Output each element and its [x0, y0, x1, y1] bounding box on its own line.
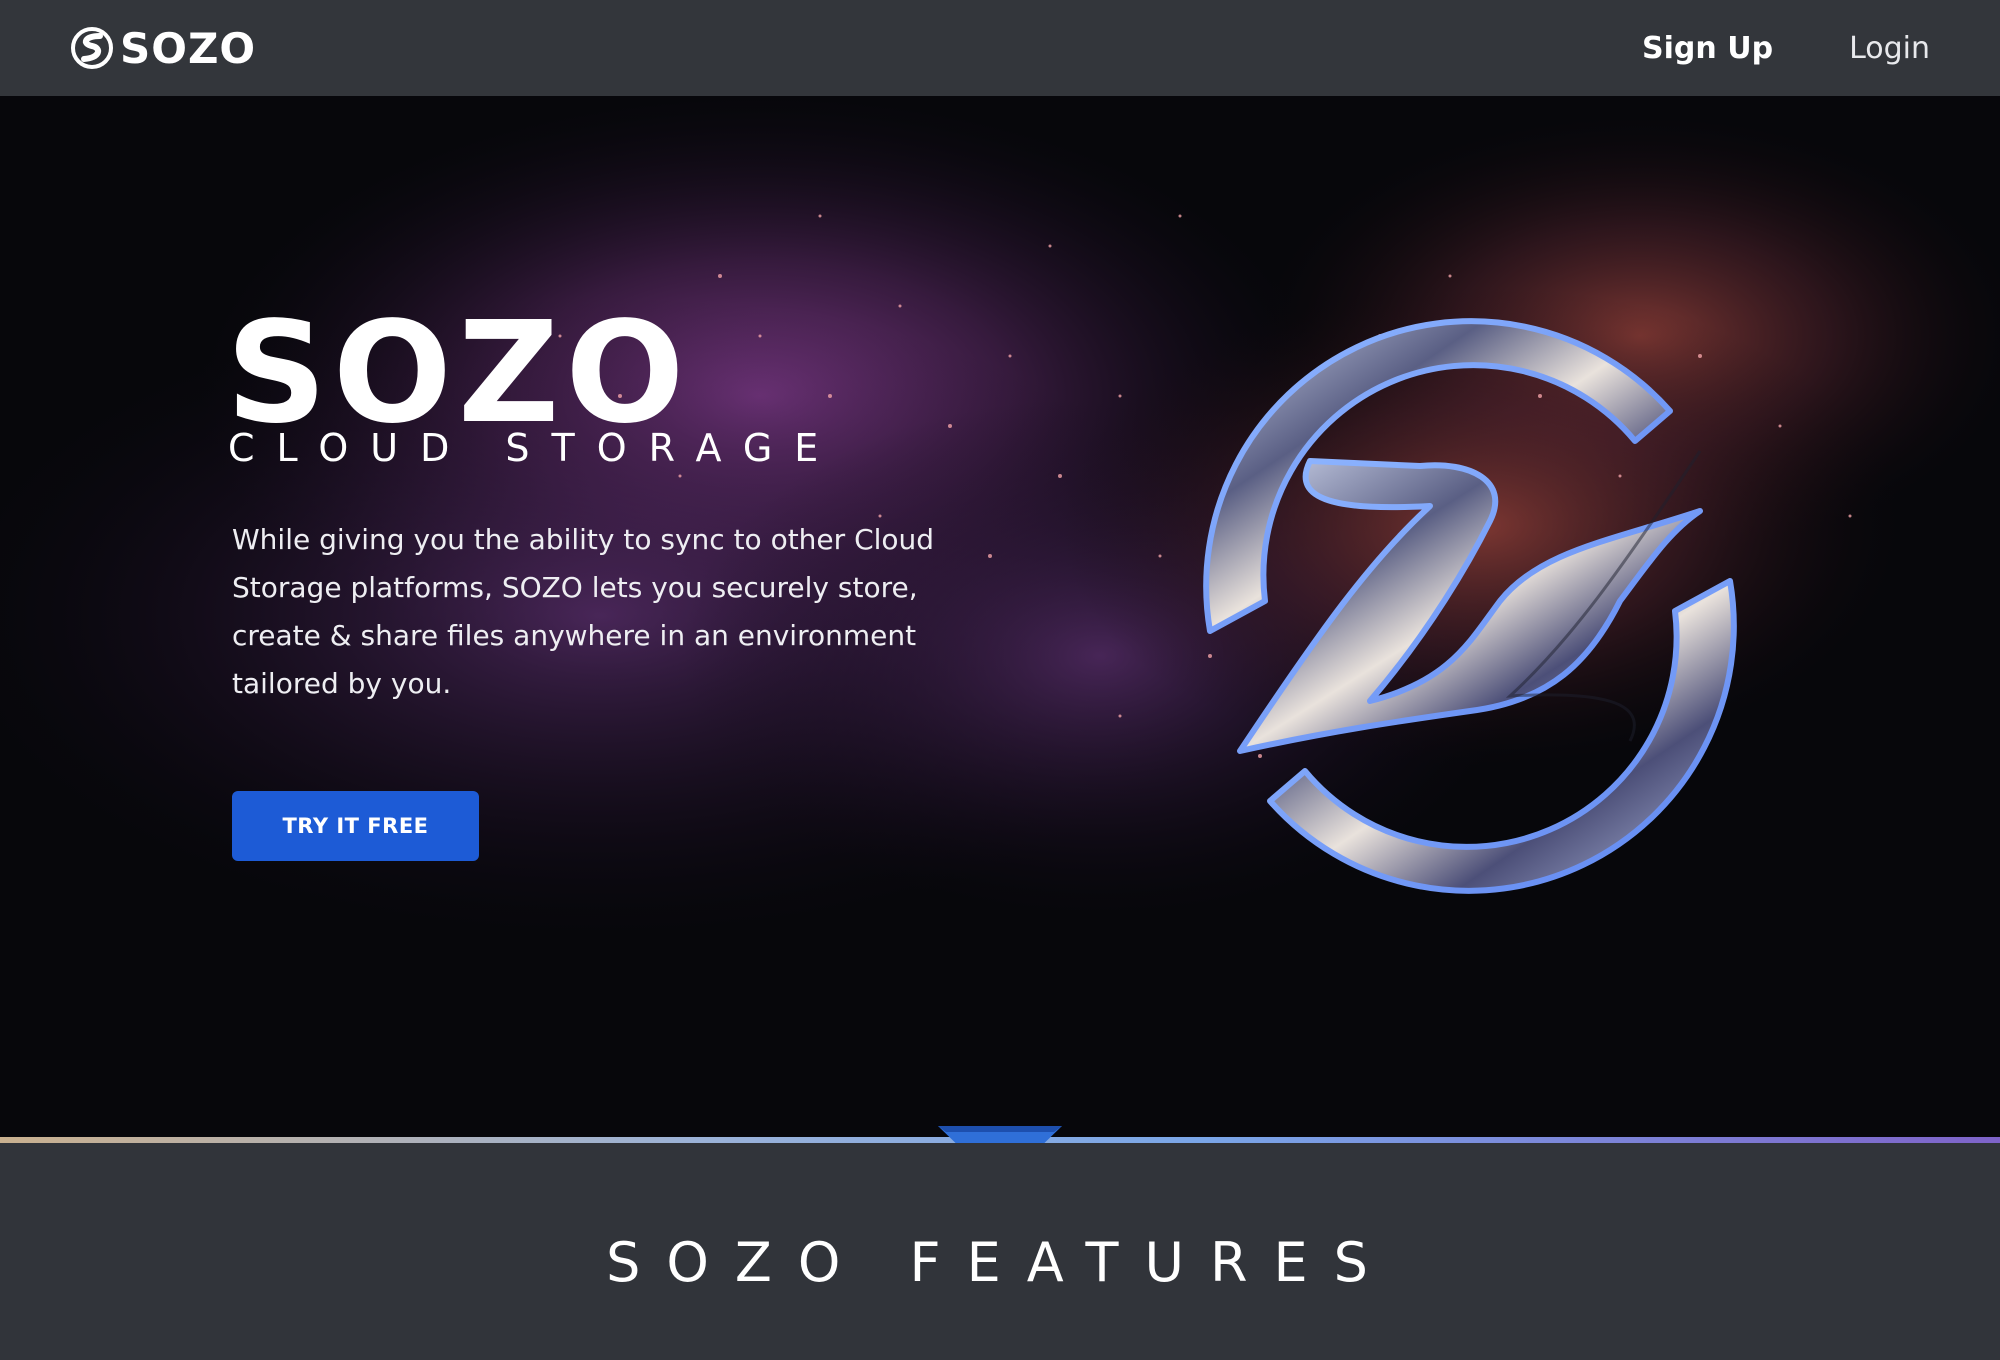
hero-section: SOZO CLOUD STORAGE While giving you the …	[0, 96, 2000, 1142]
signup-link[interactable]: Sign Up	[1642, 31, 1773, 66]
features-section: SOZO FEATURES	[0, 1143, 2000, 1360]
hero-title: SOZO	[226, 292, 691, 455]
login-link[interactable]: Login	[1849, 31, 1930, 66]
hero-description: While giving you the ability to sync to …	[232, 523, 935, 700]
brand-logo-link[interactable]: SOZO	[70, 24, 256, 73]
brand-wordmark: SOZO	[120, 23, 257, 73]
sozo-s-emblem-icon	[1203, 318, 1737, 894]
header-nav: Sign Up Login	[1642, 31, 1930, 66]
try-it-free-button[interactable]: TRY IT FREE	[232, 791, 479, 861]
hero-subtitle: CLOUD STORAGE	[228, 426, 841, 470]
top-navbar: SOZO Sign Up Login	[0, 0, 2000, 96]
sozo-logo-icon	[71, 27, 113, 69]
features-title: SOZO FEATURES	[606, 1231, 1394, 1294]
